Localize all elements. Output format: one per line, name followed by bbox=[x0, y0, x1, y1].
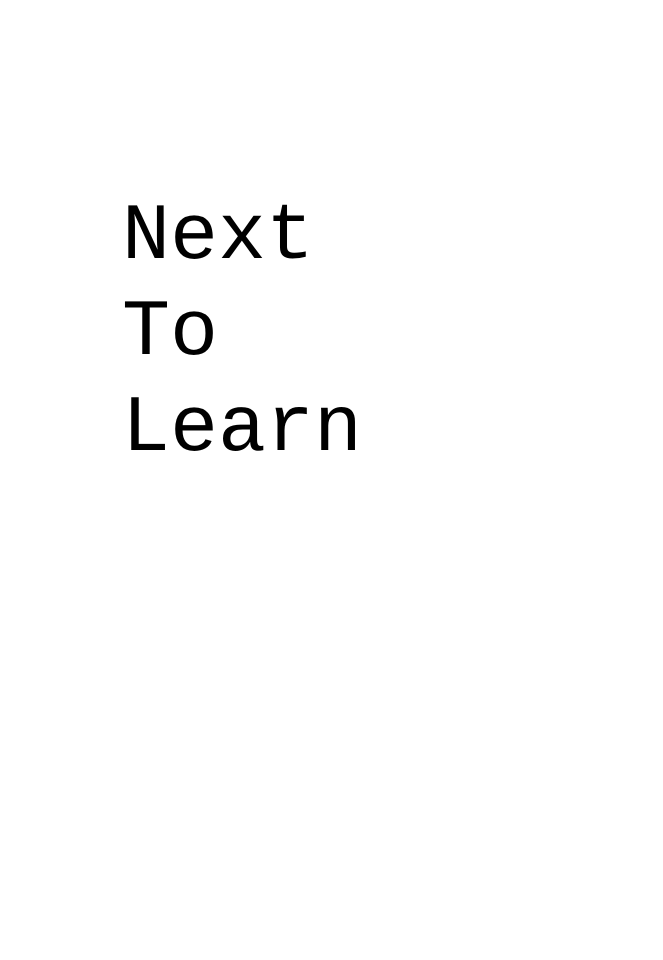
title-line-learn: Learn bbox=[122, 384, 363, 475]
title-line-next: Next bbox=[122, 192, 315, 283]
title-line-to: To bbox=[122, 288, 219, 379]
title-text: Next To Learn bbox=[122, 190, 362, 478]
page-canvas: Next To Learn bbox=[0, 0, 663, 960]
